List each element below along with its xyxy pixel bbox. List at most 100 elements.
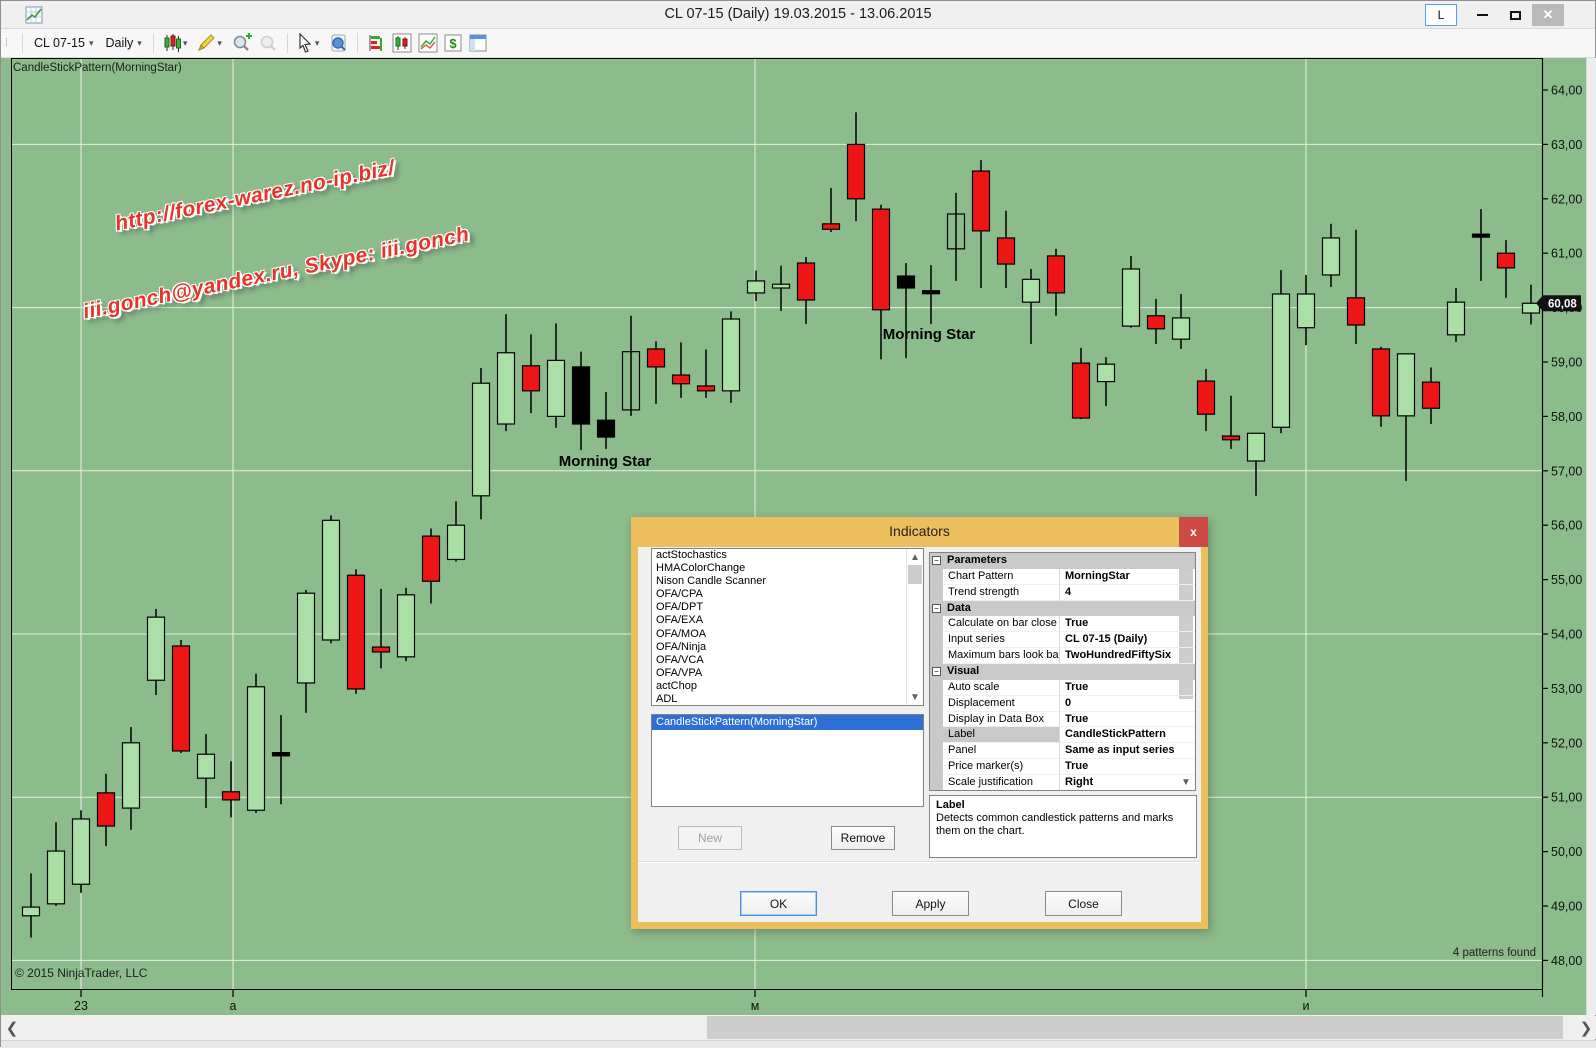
indicator-list-item[interactable]: actStochastics <box>652 549 923 562</box>
zoom-in-button[interactable] <box>229 31 254 55</box>
price-tick-label: 64,00 <box>1551 84 1582 98</box>
property-row[interactable]: Scale justificationRight <box>930 775 1195 791</box>
collapse-icon[interactable]: − <box>932 556 941 565</box>
candle-body <box>1348 298 1365 325</box>
right-gutter <box>1586 58 1596 1015</box>
candlestick-style-button[interactable]: ▾ <box>160 31 193 55</box>
indicator-list-item[interactable]: actChop <box>652 680 923 693</box>
time-tick-label: 23 <box>74 999 88 1013</box>
selected-indicators-list[interactable]: CandleStickPattern(MorningStar) <box>651 714 924 807</box>
maximize-button[interactable] <box>1500 4 1530 26</box>
ok-button[interactable]: OK <box>740 891 817 916</box>
scrollbar-thumb[interactable] <box>908 565 922 584</box>
scroll-up-icon[interactable]: ▲ <box>907 549 923 565</box>
candle-body <box>1523 303 1540 313</box>
period-selector[interactable]: Daily▾ <box>101 34 147 52</box>
scroll-down-icon[interactable]: ▼ <box>907 689 923 705</box>
candle-body <box>1323 238 1340 275</box>
property-group-row[interactable]: −Visual <box>930 664 1195 680</box>
line-chart-icon <box>418 33 438 53</box>
scroll-right-icon[interactable]: ❯ <box>1575 1016 1596 1039</box>
price-tick-label: 54,00 <box>1551 628 1582 642</box>
property-row[interactable]: Input seriesCL 07-15 (Daily) <box>930 632 1195 648</box>
property-row[interactable]: Calculate on bar closeTrue <box>930 616 1195 632</box>
selected-indicator-item[interactable]: CandleStickPattern(MorningStar) <box>652 715 923 730</box>
line-chart-button[interactable] <box>416 31 440 55</box>
available-indicators-list[interactable]: ▲ ▼ actStochasticsHMAColorChangeNison Ca… <box>651 548 924 706</box>
cursor-button[interactable]: ▾ <box>294 31 325 55</box>
draw-button[interactable]: ▾ <box>194 31 227 55</box>
candle-body <box>1198 381 1215 414</box>
indicator-list-item[interactable]: ADL <box>652 693 923 706</box>
collapse-icon[interactable]: − <box>932 604 941 613</box>
property-row[interactable]: LabelCandleStickPattern <box>930 727 1195 743</box>
indicator-list-item[interactable]: OFA/EXA <box>652 614 923 627</box>
indicator-list-item[interactable]: OFA/VCA <box>652 654 923 667</box>
candle-body <box>23 907 40 916</box>
apply-button[interactable]: Apply <box>892 891 969 916</box>
indicator-list-item[interactable]: HMAColorChange <box>652 562 923 575</box>
candle-body <box>848 144 865 198</box>
account-button[interactable]: $ <box>442 31 464 55</box>
toolbar-grip[interactable]: ⁞ <box>5 41 13 46</box>
property-row[interactable]: Displacement0 <box>930 696 1195 712</box>
control-center-button[interactable] <box>466 31 490 55</box>
horizontal-scrollbar[interactable]: ❮ ❯ <box>1 1016 1596 1039</box>
property-row[interactable]: Display in Data BoxTrue <box>930 712 1195 728</box>
zoom-out-button[interactable] <box>256 31 281 55</box>
candle-body <box>223 792 240 800</box>
market-analyzer-button[interactable] <box>364 31 388 55</box>
candle-body <box>1073 363 1090 418</box>
candle-body <box>123 743 140 808</box>
close-dialog-button[interactable]: Close <box>1045 891 1122 916</box>
property-row[interactable]: Auto scaleTrue <box>930 680 1195 696</box>
instrument-selector[interactable]: CL 07-15▾ <box>29 34 99 52</box>
window-title: CL 07-15 (Daily) 19.03.2015 - 13.06.2015 <box>1 6 1595 22</box>
candle-body <box>1498 253 1515 268</box>
indicator-list-item[interactable]: OFA/MOA <box>652 628 923 641</box>
candle-body <box>823 224 840 229</box>
link-button[interactable]: L <box>1425 4 1457 26</box>
dialog-close-button[interactable]: x <box>1179 517 1208 547</box>
property-grid[interactable]: ▲ ▼ −ParametersChart PatternMorningStarT… <box>929 552 1196 791</box>
new-button[interactable]: New <box>678 826 742 850</box>
collapse-icon[interactable]: − <box>932 667 941 676</box>
candle-body <box>648 349 665 367</box>
candle-body <box>523 366 540 391</box>
property-group-row[interactable]: −Data <box>930 601 1195 617</box>
indicator-list-item[interactable]: OFA/DPT <box>652 601 923 614</box>
draw-pencil-icon <box>196 33 216 53</box>
property-row[interactable]: PanelSame as input series <box>930 743 1195 759</box>
candle-body <box>723 319 740 391</box>
zoom-in-icon <box>231 33 252 53</box>
property-row[interactable]: Chart PatternMorningStar <box>930 569 1195 585</box>
indicator-list-item[interactable]: Nison Candle Scanner <box>652 575 923 588</box>
candle-body <box>748 281 765 293</box>
property-group-row[interactable]: −Parameters <box>930 553 1195 569</box>
indicator-list-item[interactable]: OFA/CPA <box>652 588 923 601</box>
property-row[interactable]: Price marker(s)True <box>930 759 1195 775</box>
list-scrollbar[interactable]: ▲ ▼ <box>906 549 923 705</box>
indicator-list-item[interactable]: OFA/VPA <box>652 667 923 680</box>
candle-body <box>423 536 440 581</box>
pattern-label: Morning Star <box>559 453 652 470</box>
data-box-button[interactable] <box>326 31 351 55</box>
separator <box>153 33 154 53</box>
candle-body <box>1048 256 1065 293</box>
candle-body <box>298 593 315 683</box>
property-row[interactable]: Trend strength4 <box>930 585 1195 601</box>
chart-button[interactable] <box>390 31 414 55</box>
property-description: Label Detects common candlestick pattern… <box>929 795 1197 858</box>
scrollbar-thumb[interactable] <box>707 1016 1563 1039</box>
candle-body <box>473 383 490 496</box>
candle-body <box>573 367 590 424</box>
scroll-left-icon[interactable]: ❮ <box>1 1016 23 1039</box>
candle-body <box>173 646 190 751</box>
candle-body <box>398 595 415 657</box>
close-button[interactable]: ✕ <box>1532 4 1564 26</box>
remove-button[interactable]: Remove <box>831 826 895 850</box>
candlestick-style-icon <box>162 33 182 53</box>
minimize-button[interactable] <box>1467 4 1497 26</box>
property-row[interactable]: Maximum bars look baTwoHundredFiftySix <box>930 648 1195 664</box>
indicator-list-item[interactable]: OFA/Ninja <box>652 641 923 654</box>
